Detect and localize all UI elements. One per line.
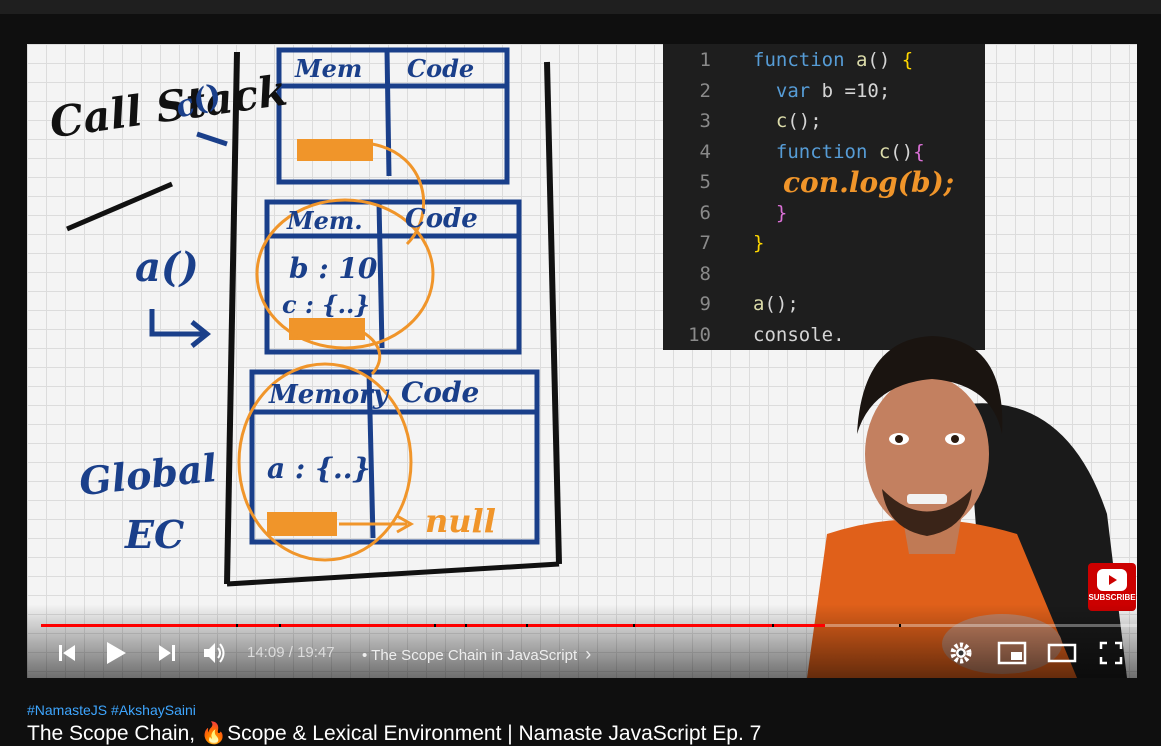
line-number: 9: [699, 293, 711, 315]
code-token: var: [775, 79, 822, 102]
play-button[interactable]: [103, 638, 129, 668]
chapter-marker: [633, 624, 635, 627]
code-line: 4 function c(){: [663, 137, 925, 167]
code-line: 7}: [663, 228, 765, 258]
code-token: a: [753, 293, 765, 315]
code-token: }: [775, 201, 788, 224]
code-token: ();: [764, 293, 799, 315]
code-line: 8: [663, 259, 753, 289]
code-token: c: [878, 140, 891, 163]
line-number: 4: [699, 140, 711, 163]
time-separator: /: [288, 644, 293, 661]
progress-fill: [41, 624, 825, 627]
video-player[interactable]: Call Stack c() a() Global EC Mem Code Me…: [27, 44, 1137, 678]
code-token: }: [753, 232, 765, 254]
frame-c-mem: Mem: [295, 54, 363, 83]
subscribe-label: SUBSCRIBE: [1088, 593, 1136, 602]
frame-a-mem: Mem.: [287, 206, 363, 235]
code-token: function: [753, 49, 856, 71]
youtube-logo-icon: [1097, 569, 1127, 591]
chapter-button[interactable]: • The Scope Chain in JavaScript ›: [362, 644, 591, 665]
chapter-marker: [899, 624, 901, 627]
code-token: (): [867, 49, 902, 71]
next-icon: [159, 645, 175, 661]
frame-global-code: Code: [401, 376, 480, 409]
code-token: function: [775, 140, 879, 163]
code-token: b =10;: [821, 79, 891, 102]
code-token: (): [890, 140, 914, 163]
chapter-marker: [434, 624, 436, 627]
duration: 19:47: [297, 644, 335, 661]
progress-bar[interactable]: [41, 624, 1137, 628]
frame-a-c-value: c : {..}: [282, 290, 370, 319]
next-button[interactable]: [155, 638, 179, 668]
line-number: 6: [699, 201, 711, 224]
chapter-bullet: •: [362, 647, 368, 664]
chapter-marker: [772, 624, 774, 627]
code-panel: 10 console. 9 a(); 8 7} 6 } 5 4 function c(){3 …: [663, 44, 985, 350]
line-number: 8: [699, 262, 711, 285]
frame-a-code: Code: [405, 204, 478, 234]
hashtags[interactable]: #NamasteJS #AkshaySaini: [27, 702, 196, 718]
line-number: 10: [688, 323, 711, 346]
line-number: 2: [699, 79, 711, 102]
code-line: 3 c();: [663, 106, 822, 136]
previous-icon: [59, 645, 75, 661]
line-number: 1: [699, 49, 711, 71]
chapter-marker: [236, 624, 238, 627]
top-bar: [0, 0, 1161, 14]
code-line: 6 }: [663, 198, 788, 228]
chevron-right-icon: ›: [585, 644, 592, 664]
line-number: 5: [699, 171, 711, 193]
line-number: 7: [699, 232, 711, 254]
frame-global-a-value: a : {..}: [267, 452, 371, 485]
chapter-marker: [465, 624, 467, 627]
volume-icon: [204, 643, 225, 663]
current-time: 14:09: [247, 644, 285, 661]
line-number: 3: [699, 110, 711, 132]
null-label: null: [425, 502, 496, 540]
miniplayer-button[interactable]: [995, 638, 1029, 668]
settings-icon: [950, 642, 972, 664]
chapter-marker: [526, 624, 528, 627]
code-token: {: [901, 49, 914, 71]
code-line: 9 a();: [663, 289, 799, 319]
code-token: {: [913, 140, 925, 163]
video-title: The Scope Chain, 🔥Scope & Lexical Enviro…: [27, 722, 762, 745]
miniplayer-icon: [997, 641, 1027, 665]
fullscreen-button[interactable]: [1097, 638, 1125, 668]
code-line: 2 var b =10;: [663, 76, 891, 106]
frame-global-mem: Memory: [269, 380, 388, 410]
previous-button[interactable]: [55, 638, 79, 668]
play-icon: [107, 642, 126, 664]
time-display: 14:09 / 19:47: [247, 644, 335, 661]
theater-mode-button[interactable]: [1045, 638, 1079, 668]
chapter-marker: [279, 624, 281, 627]
code-token: c: [775, 110, 788, 132]
settings-button[interactable]: [947, 638, 975, 668]
handwritten-console-log: con.log(b);: [783, 166, 955, 199]
theater-icon: [1047, 643, 1077, 663]
volume-button[interactable]: [201, 638, 229, 668]
fullscreen-icon: [1099, 641, 1123, 665]
code-token: ();: [787, 110, 822, 132]
frame-c-code: Code: [407, 54, 475, 83]
chapter-title: The Scope Chain in JavaScript: [371, 647, 578, 664]
a-call-label: a(): [135, 244, 199, 291]
ec-label: EC: [125, 512, 185, 557]
code-line: 5: [663, 167, 776, 197]
code-token: a: [855, 49, 868, 71]
frame-a-b-value: b : 10: [289, 252, 378, 285]
code-line: 1 function a() {: [663, 45, 914, 75]
